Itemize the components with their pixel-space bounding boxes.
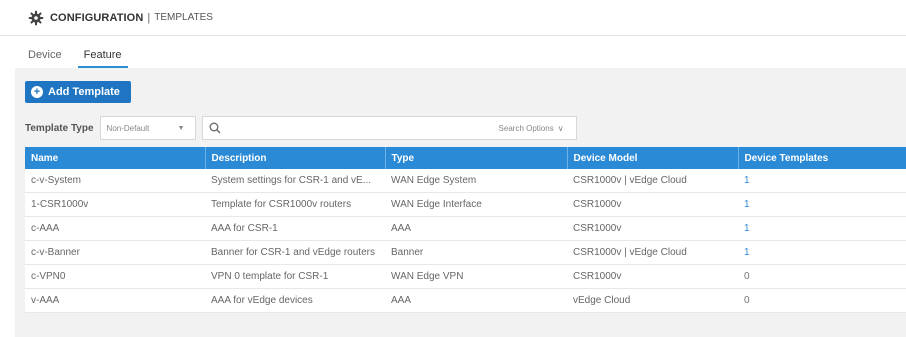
- cell-name: c-v-Banner: [25, 240, 205, 265]
- cell-name: c-v-System: [25, 169, 205, 193]
- add-template-button[interactable]: + Add Template: [25, 81, 131, 103]
- table-row[interactable]: v-AAA AAA for vEdge devices AAA vEdge Cl…: [25, 288, 906, 313]
- table-row[interactable]: c-v-Banner Banner for CSR-1 and vEdge ro…: [25, 240, 906, 265]
- cell-description: Banner for CSR-1 and vEdge routers: [205, 240, 385, 265]
- cell-type: WAN Edge System: [385, 169, 567, 193]
- cell-name: 1-CSR1000v: [25, 192, 205, 217]
- search-options-button[interactable]: Search Options ∨: [499, 124, 564, 133]
- cell-device-model: CSR1000v | vEdge Cloud: [567, 169, 738, 193]
- gear-icon: [28, 10, 44, 25]
- cell-type: WAN Edge VPN: [385, 264, 567, 289]
- column-header-name[interactable]: Name: [25, 147, 206, 169]
- table-row[interactable]: c-v-System System settings for CSR-1 and…: [25, 169, 906, 193]
- search-input[interactable]: [226, 121, 499, 135]
- plus-circle-icon: +: [31, 86, 43, 98]
- cell-description: Template for CSR1000v routers: [205, 192, 385, 217]
- column-header-type[interactable]: Type: [385, 147, 568, 169]
- cell-description: AAA for CSR-1: [205, 216, 385, 241]
- title-separator: |: [147, 11, 151, 24]
- template-type-select[interactable]: Non-Default ▼: [99, 116, 196, 140]
- cell-type: Banner: [385, 240, 567, 265]
- cell-description: VPN 0 template for CSR-1: [205, 264, 385, 289]
- caret-down-icon: ▼: [177, 124, 185, 132]
- cell-device-model: CSR1000v: [567, 264, 738, 289]
- cell-device-templates: 0: [738, 288, 906, 313]
- templates-table: Name Description Type Device Model Devic…: [25, 147, 906, 313]
- cell-description: AAA for vEdge devices: [205, 288, 385, 313]
- cell-device-templates-link[interactable]: 1: [738, 192, 906, 217]
- tab-device[interactable]: Device: [22, 49, 68, 68]
- page-header: CONFIGURATION | TEMPLATES: [0, 0, 906, 36]
- table-row[interactable]: c-AAA AAA for CSR-1 AAA CSR1000v 1: [25, 216, 906, 241]
- chevron-down-icon: ∨: [557, 123, 564, 133]
- search-icon: [209, 122, 221, 134]
- search-options-label: Search Options: [498, 123, 554, 133]
- cell-device-templates-link[interactable]: 1: [738, 240, 906, 265]
- table-header-row: Name Description Type Device Model Devic…: [25, 147, 906, 169]
- cell-type: AAA: [385, 288, 567, 313]
- cell-device-model: CSR1000v: [567, 216, 738, 241]
- add-template-label: Add Template: [48, 86, 120, 98]
- tab-bar: Device Feature: [0, 36, 906, 68]
- cell-name: v-AAA: [25, 288, 205, 313]
- cell-name: c-AAA: [25, 216, 205, 241]
- cell-device-templates-link[interactable]: 1: [738, 169, 906, 193]
- cell-device-templates: 0: [738, 264, 906, 289]
- template-type-value: Non-Default: [106, 123, 150, 133]
- cell-type: WAN Edge Interface: [385, 192, 567, 217]
- column-header-device-model[interactable]: Device Model: [567, 147, 739, 169]
- cell-device-model: CSR1000v | vEdge Cloud: [567, 240, 738, 265]
- section-title: CONFIGURATION: [50, 11, 144, 24]
- cell-type: AAA: [385, 216, 567, 241]
- page-title: TEMPLATES: [154, 12, 213, 23]
- table-row[interactable]: c-VPN0 VPN 0 template for CSR-1 WAN Edge…: [25, 264, 906, 289]
- cell-name: c-VPN0: [25, 264, 205, 289]
- tab-feature[interactable]: Feature: [77, 49, 128, 68]
- cell-device-templates-link[interactable]: 1: [738, 216, 906, 241]
- table-row[interactable]: 1-CSR1000v Template for CSR1000v routers…: [25, 192, 906, 217]
- cell-device-model: vEdge Cloud: [567, 288, 738, 313]
- cell-device-model: CSR1000v: [567, 192, 738, 217]
- cell-description: System settings for CSR-1 and vE...: [205, 169, 385, 193]
- column-header-description[interactable]: Description: [205, 147, 386, 169]
- template-type-label: Template Type: [25, 122, 94, 134]
- filter-row: Template Type Non-Default ▼ Search Optio…: [25, 116, 577, 140]
- column-header-device-templates[interactable]: Device Templates: [738, 147, 906, 169]
- templates-panel: + Add Template Template Type Non-Default…: [15, 68, 906, 337]
- search-box: Search Options ∨: [201, 116, 577, 140]
